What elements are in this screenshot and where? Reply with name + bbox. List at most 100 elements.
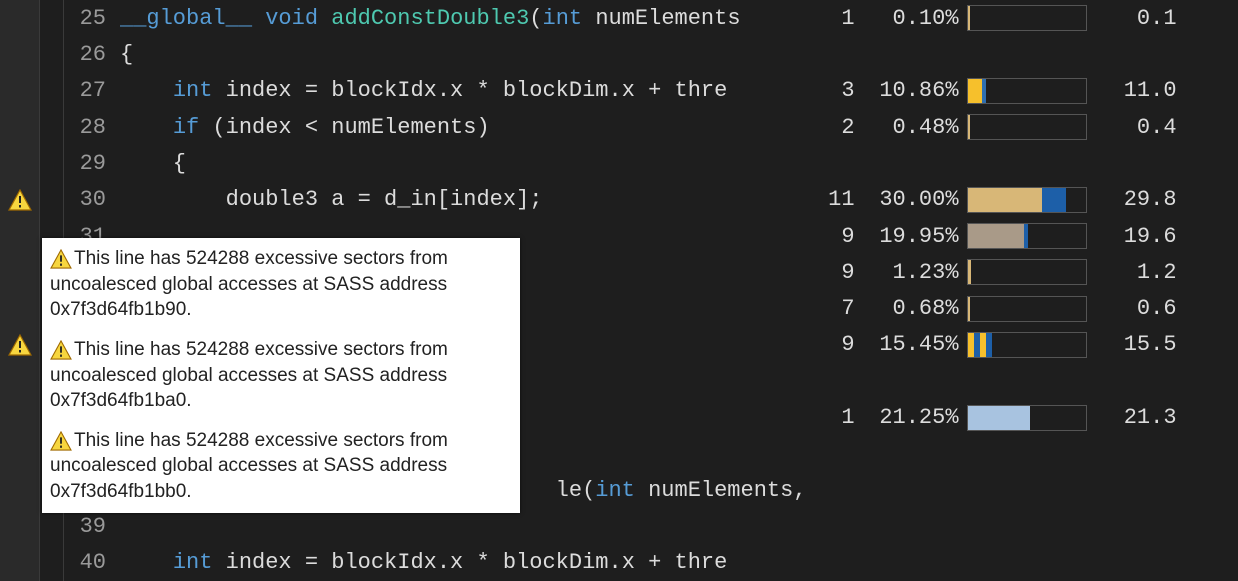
metric-value2: 0.4 xyxy=(1105,115,1177,140)
line-number: 28 xyxy=(64,115,120,140)
metric-count: 9 xyxy=(807,260,855,285)
tooltip-entry: This line has 524288 excessive sectors f… xyxy=(50,246,512,323)
metric-percent: 0.48% xyxy=(873,115,959,140)
warning-icon[interactable] xyxy=(0,182,39,218)
marker-gutter xyxy=(0,218,40,254)
tooltip-entry: This line has 524288 excessive sectors f… xyxy=(50,428,512,505)
code-row[interactable]: 28 if (index < numElements) xyxy=(0,109,807,145)
code-content[interactable]: __global__ void addConstDouble3(int numE… xyxy=(120,6,807,31)
marker-gutter xyxy=(0,254,40,290)
marker-gutter xyxy=(0,73,40,109)
warning-icon xyxy=(50,249,72,269)
marker-gutter xyxy=(0,182,40,218)
metrics-row[interactable]: 10.10%0.1 xyxy=(807,0,1238,36)
metric-count: 7 xyxy=(807,296,855,321)
warning-icon xyxy=(50,431,72,451)
metric-value2: 1.2 xyxy=(1105,260,1177,285)
metric-value2: 19.6 xyxy=(1105,224,1177,249)
metrics-row[interactable]: 9 15.45% 15.5 xyxy=(807,327,1238,363)
fold-gutter xyxy=(40,545,64,581)
metrics-row[interactable]: 7 0.68% 0.6 xyxy=(807,291,1238,327)
marker-gutter xyxy=(0,472,40,508)
tooltip-text: This line has 524288 excessive sectors f… xyxy=(50,248,448,320)
metric-count: 9 xyxy=(807,332,855,357)
metrics-row[interactable] xyxy=(807,436,1238,472)
line-number: 30 xyxy=(64,187,120,212)
tooltip-text: This line has 524288 excessive sectors f… xyxy=(50,430,448,502)
metrics-row[interactable] xyxy=(807,36,1238,72)
metric-value2: 29.8 xyxy=(1105,187,1177,212)
marker-gutter xyxy=(0,545,40,581)
tooltip-entry: This line has 524288 excessive sectors f… xyxy=(50,337,512,414)
line-number: 29 xyxy=(64,151,120,176)
metrics-row[interactable] xyxy=(807,508,1238,544)
metric-bar xyxy=(967,78,1087,104)
metrics-row[interactable]: 9 1.23% 1.2 xyxy=(807,254,1238,290)
marker-gutter xyxy=(0,145,40,181)
metric-value2: 11.0 xyxy=(1105,78,1177,103)
metric-value2: 0.6 xyxy=(1105,296,1177,321)
code-content[interactable]: double3 a = d_in[index]; xyxy=(120,187,807,212)
metric-percent: 19.95% xyxy=(873,224,959,249)
metric-bar xyxy=(967,187,1087,213)
warning-icon[interactable] xyxy=(0,327,39,363)
metrics-row[interactable] xyxy=(807,145,1238,181)
fold-gutter xyxy=(40,36,64,72)
code-content[interactable]: int index = blockIdx.x * blockDim.x + th… xyxy=(120,550,807,575)
line-number: 39 xyxy=(64,514,120,539)
marker-gutter xyxy=(0,36,40,72)
metrics-panel: 10.10%0.1310.86%11.020.48%0.41130.00%29.… xyxy=(807,0,1238,581)
fold-gutter xyxy=(40,182,64,218)
metrics-row[interactable] xyxy=(807,363,1238,399)
marker-gutter xyxy=(0,436,40,472)
marker-gutter xyxy=(0,327,40,363)
code-content[interactable]: { xyxy=(120,151,807,176)
code-row[interactable]: 40 int index = blockIdx.x * blockDim.x +… xyxy=(0,545,807,581)
code-content[interactable]: if (index < numElements) xyxy=(120,115,807,140)
fold-gutter xyxy=(40,145,64,181)
code-row[interactable]: 26{ xyxy=(0,36,807,72)
line-number: 27 xyxy=(64,78,120,103)
metrics-row[interactable]: 310.86%11.0 xyxy=(807,73,1238,109)
fold-gutter xyxy=(40,73,64,109)
marker-gutter xyxy=(0,399,40,435)
metrics-row[interactable]: 121.25%21.3 xyxy=(807,399,1238,435)
code-row[interactable]: 25__global__ void addConstDouble3(int nu… xyxy=(0,0,807,36)
metrics-row[interactable]: 919.95%19.6 xyxy=(807,218,1238,254)
metric-percent: 0.10% xyxy=(873,6,959,31)
code-row[interactable]: 29 { xyxy=(0,145,807,181)
code-row[interactable]: 30 double3 a = d_in[index]; xyxy=(0,182,807,218)
marker-gutter xyxy=(0,291,40,327)
metrics-row[interactable] xyxy=(807,472,1238,508)
metric-count: 11 xyxy=(807,187,855,212)
marker-gutter xyxy=(0,109,40,145)
metrics-row[interactable] xyxy=(807,545,1238,581)
code-row[interactable]: 39 xyxy=(0,508,807,544)
metric-percent: 21.25% xyxy=(873,405,959,430)
metric-bar xyxy=(967,5,1087,31)
profiler-source-view: 25__global__ void addConstDouble3(int nu… xyxy=(0,0,1238,581)
warning-icon xyxy=(50,340,72,360)
line-number: 26 xyxy=(64,42,120,67)
metric-percent: 0.68% xyxy=(873,296,959,321)
marker-gutter xyxy=(0,363,40,399)
line-number: 25 xyxy=(64,6,120,31)
metric-percent: 15.45% xyxy=(873,332,959,357)
marker-gutter xyxy=(0,508,40,544)
metric-percent: 10.86% xyxy=(873,78,959,103)
metric-percent: 1.23% xyxy=(873,260,959,285)
code-row[interactable]: 27 int index = blockIdx.x * blockDim.x +… xyxy=(0,73,807,109)
line-number: 40 xyxy=(64,550,120,575)
metric-value2: 15.5 xyxy=(1105,332,1177,357)
metrics-row[interactable]: 20.48%0.4 xyxy=(807,109,1238,145)
metric-bar xyxy=(967,114,1087,140)
warning-tooltip: This line has 524288 excessive sectors f… xyxy=(42,238,520,513)
metric-bar xyxy=(967,332,1087,358)
code-content[interactable]: int index = blockIdx.x * blockDim.x + th… xyxy=(120,78,807,103)
tooltip-text: This line has 524288 excessive sectors f… xyxy=(50,339,448,411)
fold-gutter xyxy=(40,0,64,36)
metrics-row[interactable]: 1130.00%29.8 xyxy=(807,182,1238,218)
metric-count: 1 xyxy=(807,6,855,31)
metric-count: 1 xyxy=(807,405,855,430)
code-content[interactable]: { xyxy=(120,42,807,67)
